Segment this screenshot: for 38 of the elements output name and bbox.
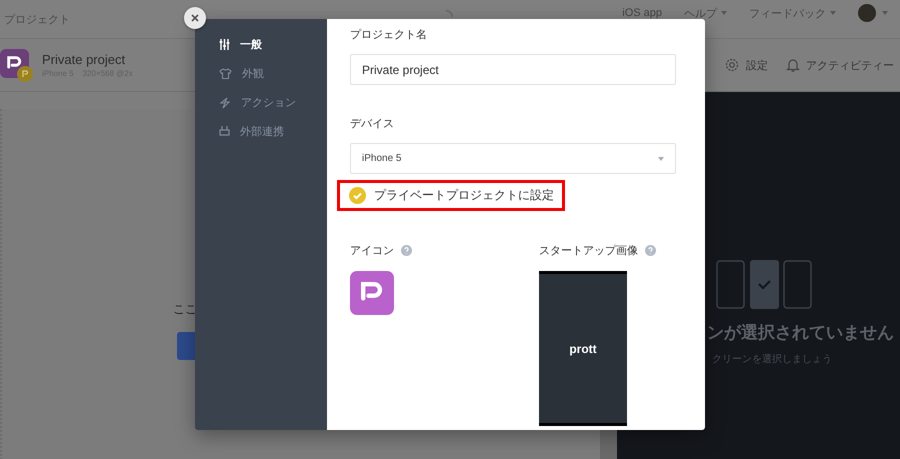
field-label: スタートアップ画像: [539, 244, 638, 258]
close-icon: [191, 14, 199, 22]
project-name: Private project: [42, 52, 126, 67]
settings-icon: [724, 57, 740, 73]
empty-state-hint: クリーンを選択しましょう: [711, 353, 832, 366]
field-label: プロジェクト名: [350, 28, 428, 42]
project-name-field[interactable]: Private project: [350, 54, 676, 85]
menu-item[interactable]: iOS app: [622, 7, 662, 19]
shirt-icon: [219, 68, 232, 79]
lightning-icon: [219, 96, 231, 108]
canvas-hint: ここ: [173, 301, 197, 318]
nav-item[interactable]: 外観: [219, 64, 327, 83]
caret-icon: [658, 156, 664, 160]
nav-item[interactable]: アクション: [219, 93, 327, 112]
logo-text: prott: [569, 342, 597, 356]
startup-image[interactable]: prott: [539, 271, 627, 426]
checkbox-label: プライベートプロジェクトに設定: [374, 187, 554, 204]
toolbar-button[interactable]: 設定: [724, 57, 768, 73]
loading-spinner-icon: [446, 10, 453, 17]
menu-item[interactable]: ヘルプ: [684, 6, 727, 20]
empty-state-title: ンが選択されていません: [707, 322, 894, 344]
nav-item[interactable]: 一般: [219, 35, 327, 54]
app-icon[interactable]: [350, 271, 394, 315]
caret-icon: [882, 11, 888, 15]
toolbar-button[interactable]: アクティビティー: [786, 57, 894, 73]
avatar[interactable]: [858, 4, 876, 22]
project-icon: [0, 48, 33, 82]
plug-icon: [219, 126, 230, 138]
bell-icon: [786, 57, 800, 73]
help-icon[interactable]: [401, 245, 412, 256]
field-label: デバイス: [350, 117, 395, 131]
device-select[interactable]: iPhone 5: [350, 143, 676, 174]
help-icon[interactable]: [645, 245, 656, 256]
nav-item[interactable]: 外部連携: [219, 122, 327, 141]
menu-item[interactable]: フィードバック: [749, 6, 836, 20]
field-label: アイコン: [350, 244, 394, 258]
checkbox[interactable]: [349, 187, 366, 204]
sliders-icon: [219, 39, 230, 50]
